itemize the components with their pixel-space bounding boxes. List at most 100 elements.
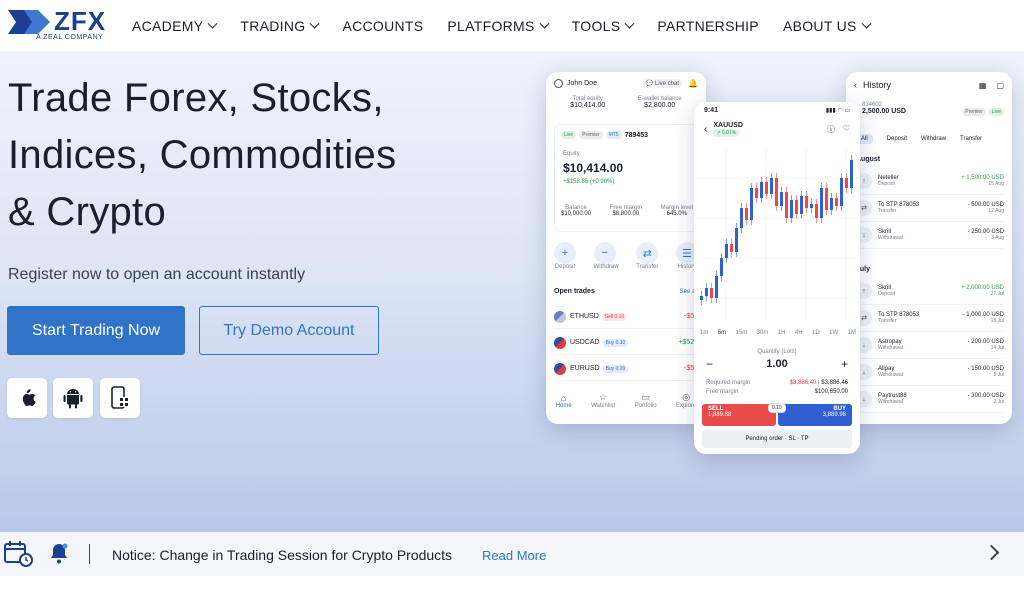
total-equity-value: $10,414.00 <box>570 102 606 109</box>
history-entry[interactable]: ↓ Astropay Withdrawal - 200.00 USD 14 Jul <box>856 332 1004 359</box>
trade-row[interactable]: USDCAD Buy 0.10 +$520 <box>554 331 698 355</box>
bell-icon <box>51 543 68 564</box>
tab-portfolio[interactable]: ▭ Portfolio <box>635 392 657 409</box>
heart-icon[interactable]: ♡ <box>843 124 850 135</box>
nav-platforms[interactable]: PLATFORMS <box>447 0 550 52</box>
required-margin-sell: $3,886.40 <box>789 380 817 386</box>
tab-watchlist[interactable]: ☆ Watchlist <box>591 392 615 409</box>
start-trading-button[interactable]: Start Trading Now <box>7 306 185 355</box>
google-play-button[interactable] <box>53 378 93 418</box>
home-icon: ⌂ <box>560 392 567 403</box>
candle-body <box>705 288 708 296</box>
entry-date: 8 Jul <box>993 372 1004 378</box>
timeframe-bar: 1m 5m 15m 30m 1H 4H 1D 1W 1M <box>700 330 856 336</box>
history-entry[interactable]: ⇄ To STP 878053 Transfer - 1,000.00 USD 18 J… <box>856 305 1004 332</box>
history-entry[interactable]: ⇄ To STP 878053 Transfer - 500.00 USD 12 Aug <box>856 195 1004 222</box>
entry-date: 3 Aug <box>991 235 1004 241</box>
nav-partnership[interactable]: PARTNERSHIP <box>657 0 759 52</box>
timeframe-option[interactable]: 1W <box>829 330 838 336</box>
deposit-action[interactable]: + Deposit <box>554 242 576 270</box>
timeframe-option[interactable]: 1M <box>848 330 856 336</box>
trade-row[interactable]: EURUSD Buy 0.20 -$53 <box>554 357 698 381</box>
sell-price: 1,889.88 <box>708 412 732 418</box>
filter-deposit[interactable]: Deposit <box>887 136 907 142</box>
tab-label: Home <box>555 402 572 409</box>
plus-icon[interactable]: + <box>841 357 848 371</box>
chat-icon[interactable]: ▢ <box>996 81 1004 90</box>
timeframe-option[interactable]: 1D <box>812 330 820 336</box>
history-entry[interactable]: ↓ Paytrust88 Withdrawal - 300.00 USD 2 Jul <box>856 386 1004 413</box>
history-entry[interactable]: ↓ Skrill Withdrawal - 250.00 USD 3 Aug <box>856 222 1004 249</box>
phone-history-screen: ‹ History ▦ ▢ 834602 2,500.00 USD Premier L… <box>846 72 1012 424</box>
spread-value: 0.10 <box>768 403 786 413</box>
sell-button[interactable]: SELL 1,889.88 <box>702 404 776 426</box>
history-balance: 2,500.00 USD <box>862 108 906 115</box>
try-demo-button[interactable]: Try Demo Account <box>199 306 379 355</box>
timeframe-option[interactable]: 30m <box>757 330 769 336</box>
tab-label: Portfolio <box>634 403 657 409</box>
filter-transfer[interactable]: Transfer <box>960 136 982 142</box>
candle-body <box>755 188 758 198</box>
candle-body <box>775 178 778 206</box>
chevron-down-icon <box>624 18 635 29</box>
nav-tools[interactable]: TOOLS <box>572 0 635 52</box>
nav-about-us[interactable]: ABOUT US <box>783 0 872 52</box>
logo-mark-icon <box>8 10 50 34</box>
entry-type: Withdrawal <box>878 235 903 241</box>
equity-value: $10,414.00 <box>563 161 624 175</box>
live-chat-button[interactable]: 💬 Live chat <box>642 79 683 88</box>
history-entry[interactable]: ↑ Neteller Deposit + 1,500.00 USD 15 Aug <box>856 168 1004 195</box>
timeframe-option[interactable]: 4H <box>795 330 803 336</box>
transfer-action[interactable]: ⇄ Transfer <box>636 242 658 270</box>
equity-label: Equity <box>563 151 580 157</box>
change-badge: ↗ 0.01% <box>713 129 740 137</box>
candle-body <box>760 182 763 198</box>
user-name: John Doe <box>567 80 597 87</box>
tab-home[interactable]: ⌂ Home <box>556 393 572 409</box>
filter-withdraw[interactable]: Withdraw <box>921 136 946 142</box>
hero-title-line: Trade Forex, Stocks, <box>8 76 384 120</box>
buy-price: 3,889.98 <box>822 412 846 418</box>
quantity-label: Quantity (Lots) <box>757 349 797 355</box>
price-chart[interactable] <box>696 148 858 328</box>
back-icon[interactable]: ‹ <box>854 80 857 90</box>
buy-button[interactable]: BUY 3,889.98 <box>778 404 852 426</box>
live-badge: Live <box>988 108 1004 116</box>
withdraw-action[interactable]: − Withdraw <box>593 242 619 270</box>
info-icon[interactable]: ⓘ <box>827 124 835 135</box>
nav-accounts[interactable]: ACCOUNTS <box>342 0 423 52</box>
qr-download-button[interactable] <box>100 378 140 418</box>
history-entry[interactable]: ↑ Skrill Deposit + 2,000.00 USD 27 Jul <box>856 278 1004 305</box>
nav-academy[interactable]: ACADEMY <box>132 0 218 52</box>
nav-trading[interactable]: TRADING <box>240 0 320 52</box>
candle-body <box>850 160 853 188</box>
flag-icon <box>554 336 566 349</box>
timeframe-option[interactable]: 15m <box>736 330 748 336</box>
live-badge: Live <box>561 131 577 139</box>
trade-row[interactable]: ETHUSD Sell 0.10 -$53 <box>554 305 698 329</box>
nav-label: PLATFORMS <box>447 18 535 34</box>
timeframe-option[interactable]: 1m <box>700 330 708 336</box>
account-card[interactable]: Live Premier MT5 789453 Equity $10,414.0… <box>554 124 698 232</box>
pending-order-button[interactable]: Pending order · SL · TP <box>702 430 852 448</box>
zfx-logo[interactable]: ZFX A ZEAL COMPANY <box>8 6 108 46</box>
hero-title-line: Indices, Commodities <box>8 133 397 177</box>
chevron-right-icon[interactable] <box>983 544 1000 561</box>
minus-icon[interactable]: − <box>706 357 713 371</box>
minus-icon: − <box>593 242 616 264</box>
timeframe-option[interactable]: 5m <box>718 330 726 336</box>
entry-type: Withdrawal <box>878 399 903 405</box>
chevron-down-icon <box>539 18 550 29</box>
app-store-button[interactable] <box>7 378 47 418</box>
quantity-stepper[interactable]: − 1.00 + <box>706 357 848 371</box>
back-icon[interactable]: ‹ <box>704 124 707 135</box>
history-entry[interactable]: ↓ Alipay Withdrawal - 150.00 USD 8 Jul <box>856 359 1004 386</box>
premier-badge: Premier <box>962 108 986 116</box>
candle-body <box>820 188 823 218</box>
read-more-link[interactable]: Read More <box>482 548 546 563</box>
timeframe-option[interactable]: 1H <box>778 330 786 336</box>
calendar-icon[interactable]: ▦ <box>979 81 987 90</box>
bell-icon[interactable]: 🔔 <box>688 79 698 88</box>
notice-divider <box>89 544 90 564</box>
free-margin-value: $8,800.00 <box>612 211 640 217</box>
